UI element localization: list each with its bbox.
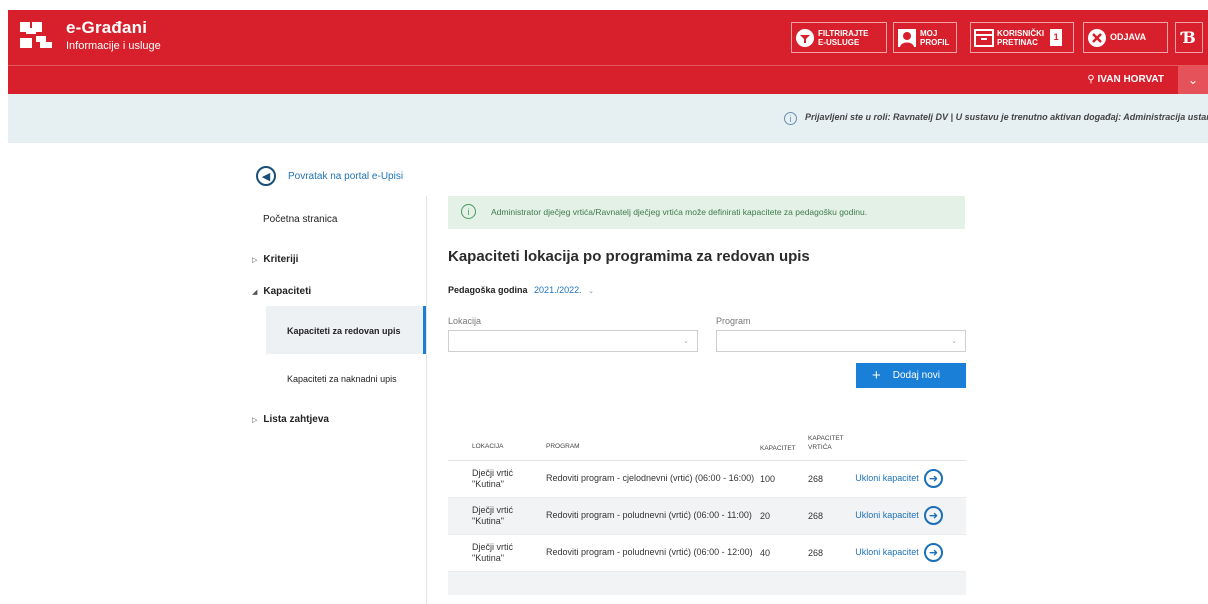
school-year-selector[interactable]: Pedagoška godina 2021./2022. ⌄ (448, 285, 594, 295)
role-info-text: Prijavljeni ste u roli: Ravnatelj DV | U… (805, 112, 1208, 122)
sidebar-capacities-label: Kapaciteti (263, 286, 312, 297)
filter-icon (792, 23, 818, 52)
cell-kindergarten-capacity: 268 (808, 534, 852, 572)
profile-icon (894, 23, 920, 52)
triangle-down-icon: ◢ (252, 289, 258, 296)
plus-icon: + (872, 367, 881, 384)
user-inbox-button[interactable]: KORISNIČKI PRETINAC 1 (970, 22, 1074, 53)
info-icon: i (461, 204, 476, 219)
cell-capacity: 100 (760, 460, 808, 498)
brand-subtitle: Informacije i usluge (66, 40, 161, 52)
sidebar-item-criteria[interactable]: ▷ Kriteriji (252, 254, 298, 265)
e-gradjani-logo-icon[interactable] (20, 22, 54, 50)
table-header-row: LOKACIJA PROGRAM KAPACITET KAPACITET VRT… (448, 414, 966, 461)
user-bar: ⚲ IVAN HORVAT ⌄ (8, 65, 1208, 94)
user-icon: ⚲ (1087, 74, 1095, 85)
location-label: Lokacija (448, 316, 482, 326)
triangle-right-icon: ▷ (252, 417, 258, 424)
logout-button[interactable]: ODJAVA (1083, 22, 1168, 53)
user-menu[interactable]: ⚲ IVAN HORVAT (1087, 74, 1164, 85)
arrow-right-icon[interactable]: ➜ (924, 469, 943, 488)
sidebar-item-requests[interactable]: ▷ Lista zahtjeva (252, 414, 329, 425)
cell-program: Redoviti program - cjelodnevni (vrtić) (… (544, 460, 760, 498)
table-row: Dječji vrtić "Kutina" Redoviti program -… (448, 497, 966, 535)
year-label: Pedagoška godina (448, 285, 528, 295)
capacities-table: LOKACIJA PROGRAM KAPACITET KAPACITET VRT… (448, 414, 966, 595)
accessibility-icon[interactable]: ɓ (1175, 22, 1203, 53)
year-value[interactable]: 2021./2022. (534, 285, 582, 295)
cell-kindergarten-capacity: 268 (808, 460, 852, 498)
my-profile-button[interactable]: MOJ PROFIL (893, 22, 957, 53)
col-location: LOKACIJA (448, 414, 544, 461)
add-new-label: Dodaj novi (892, 370, 941, 381)
cell-kindergarten-capacity: 268 (808, 497, 852, 535)
col-capacity: KAPACITET (760, 414, 808, 461)
cell-location: Dječji vrtić "Kutina" (448, 460, 544, 498)
chevron-down-icon[interactable]: ⌄ (1178, 66, 1208, 94)
inbox-label-line1: KORISNIČKI (997, 28, 1045, 38)
triangle-right-icon: ▷ (252, 257, 258, 264)
sidebar-item-capacities[interactable]: ◢ Kapaciteti (252, 286, 311, 297)
filter-services-button[interactable]: FILTRIRAJTE E-USLUGE (791, 22, 887, 53)
filter-label-line2: E-USLUGE (818, 37, 860, 47)
arrow-left-icon: ◀ (256, 166, 276, 186)
cell-location: Dječji vrtić "Kutina" (448, 534, 544, 572)
cell-capacity: 40 (760, 534, 808, 572)
arrow-right-icon[interactable]: ➜ (924, 543, 943, 562)
program-label: Program (716, 316, 751, 326)
profile-label-line2: PROFIL (920, 37, 950, 47)
table-row: Dječji vrtić "Kutina" Redoviti program -… (448, 534, 966, 572)
info-alert: i Administrator dječjeg vrtića/Ravnatelj… (448, 196, 965, 229)
sidebar-requests-label: Lista zahtjeva (263, 414, 329, 425)
cell-program: Redoviti program - poludnevni (vrtić) (0… (544, 534, 760, 572)
sidebar-item-home[interactable]: Početna stranica (263, 214, 338, 225)
role-info-bar: i Prijavljeni ste u roli: Ravnatelj DV |… (8, 94, 1208, 143)
remove-capacity-link[interactable]: Ukloni kapacitet (852, 460, 922, 498)
logout-label: ODJAVA (1110, 32, 1147, 42)
cell-location: Dječji vrtić "Kutina" (448, 497, 544, 535)
col-kindergarten-capacity: KAPACITET VRTIĆA (808, 414, 852, 461)
cell-program: Redoviti program - poludnevni (vrtić) (0… (544, 497, 760, 535)
chevron-down-icon[interactable]: ⌄ (588, 288, 594, 295)
top-navbar: e-Građani Informacije i usluge FILTRIRAJ… (8, 10, 1208, 65)
remove-capacity-link[interactable]: Ukloni kapacitet (852, 534, 922, 572)
back-to-portal-link[interactable]: ◀ Povratak na portal e-Upisi (256, 166, 403, 186)
info-icon: i (784, 112, 797, 125)
back-to-portal-label: Povratak na portal e-Upisi (288, 170, 404, 182)
program-select[interactable]: ⌄ (716, 330, 966, 352)
page-title: Kapaciteti lokacija po programima za red… (448, 248, 810, 265)
inbox-icon (971, 23, 997, 52)
chevron-down-icon: ⌄ (951, 338, 957, 345)
remove-capacity-link[interactable]: Ukloni kapacitet (852, 497, 922, 535)
content-divider (426, 196, 427, 604)
filter-label-line1: FILTRIRAJTE (818, 28, 869, 38)
location-select[interactable]: ⌄ (448, 330, 698, 352)
table-row-partial (448, 571, 966, 595)
sidebar-subitem-late[interactable]: Kapaciteti za naknadni upis (287, 374, 397, 384)
inbox-label-line2: PRETINAC (997, 37, 1038, 47)
alert-text: Administrator dječjeg vrtića/Ravnatelj d… (491, 207, 868, 217)
brand-title[interactable]: e-Građani (66, 18, 147, 38)
inbox-count-badge: 1 (1050, 29, 1063, 46)
user-name-label: IVAN HORVAT (1097, 74, 1164, 85)
chevron-down-icon: ⌄ (683, 338, 689, 345)
close-circle-icon (1084, 23, 1110, 52)
profile-label-line1: MOJ (920, 28, 938, 38)
arrow-right-icon[interactable]: ➜ (924, 506, 943, 525)
col-program: PROGRAM (544, 414, 760, 461)
sidebar-subitem-regular[interactable]: Kapaciteti za redovan upis (287, 326, 401, 336)
sidebar-criteria-label: Kriteriji (263, 254, 299, 265)
table-row: Dječji vrtić "Kutina" Redoviti program -… (448, 460, 966, 498)
cell-capacity: 20 (760, 497, 808, 535)
add-new-button[interactable]: + Dodaj novi (856, 363, 966, 388)
